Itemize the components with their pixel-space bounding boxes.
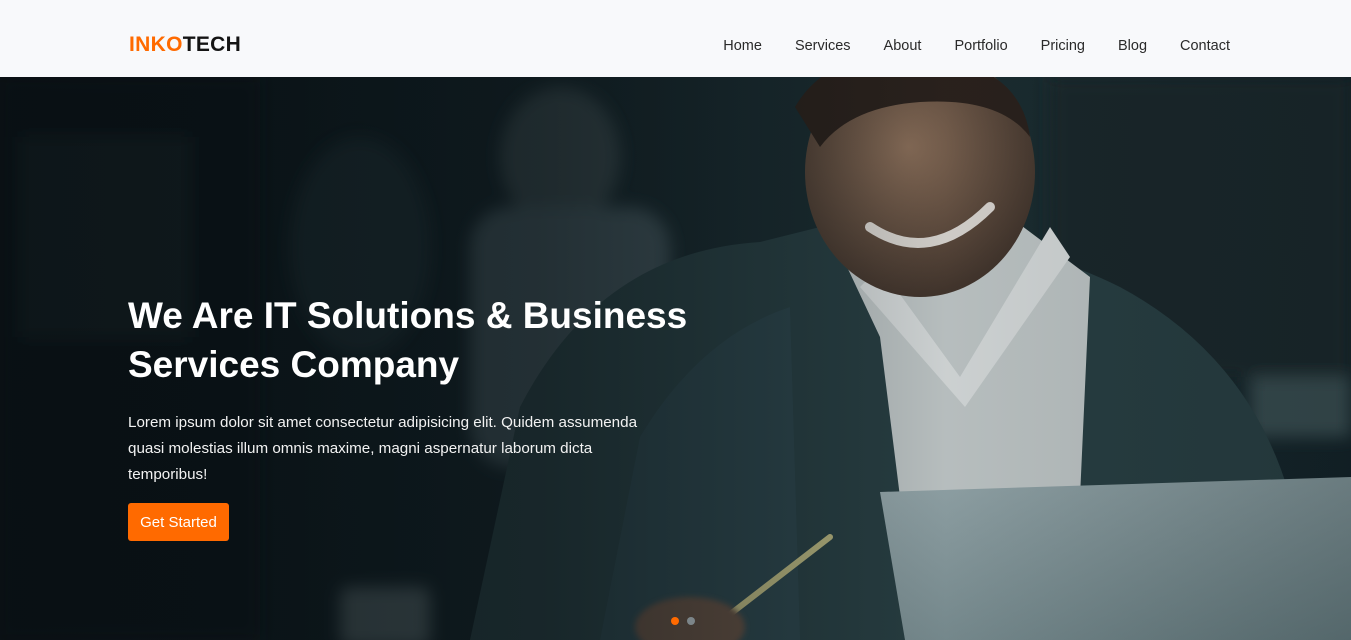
brand-logo-part1: INKO [129,33,183,56]
main-nav: Home Services About Portfolio Pricing Bl… [690,36,1230,56]
nav-item-services[interactable]: Services [795,36,851,56]
nav-item-portfolio[interactable]: Portfolio [954,36,1007,56]
slider-pagination [671,617,695,625]
slider-dot-2[interactable] [687,617,695,625]
site-header: INKOTECH Home Services About Portfolio P… [0,0,1351,77]
hero-title: We Are IT Solutions & Business Services … [128,295,688,385]
nav-item-contact[interactable]: Contact [1180,36,1230,56]
nav-item-pricing[interactable]: Pricing [1041,36,1085,56]
hero-section: We Are IT Solutions & Business Services … [0,77,1351,640]
nav-item-home[interactable]: Home [723,36,762,56]
brand-logo-part2: TECH [182,33,242,56]
nav-item-blog[interactable]: Blog [1118,36,1147,56]
slider-dot-1[interactable] [671,617,679,625]
nav-item-about[interactable]: About [884,36,922,56]
get-started-button[interactable]: Get Started [128,503,229,541]
hero-description: Lorem ipsum dolor sit amet consectetur a… [128,414,638,483]
brand-logo[interactable]: INKOTECH [129,33,241,57]
